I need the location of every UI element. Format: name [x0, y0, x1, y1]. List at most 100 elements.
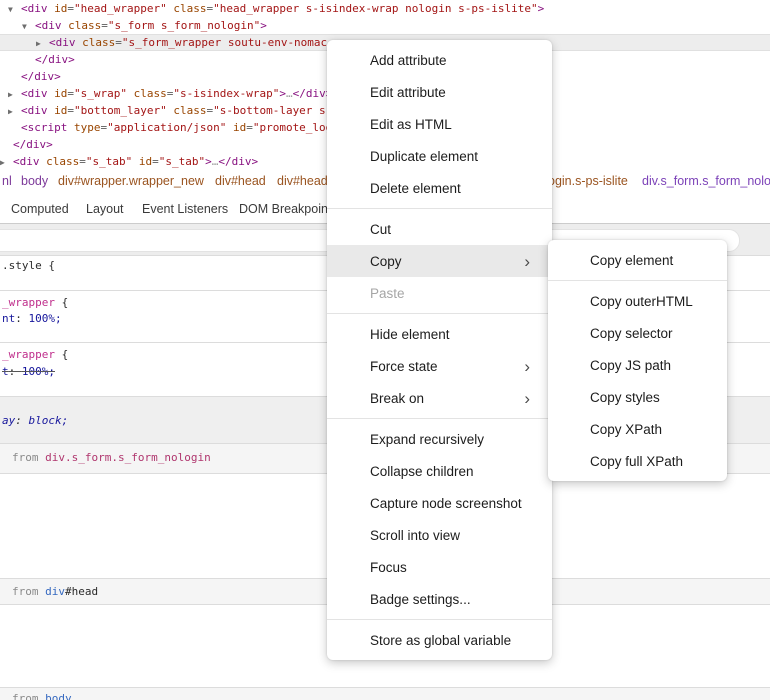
submenu-item-copy-selector[interactable]: Copy selector	[548, 317, 727, 349]
code-token: "s_tab"	[86, 155, 132, 168]
breadcrumb-item[interactable]: ogin.s-ps-islite	[548, 174, 628, 188]
code-token: "head_wrapper s-isindex-wrap nologin s-p…	[213, 2, 538, 15]
menu-item-delete-element[interactable]: Delete element	[327, 172, 552, 204]
menu-item-label: Delete element	[370, 181, 461, 196]
inherited-from-link[interactable]: from div#head	[12, 585, 98, 599]
menu-item-label: Expand recursively	[370, 432, 484, 447]
menu-item-label: Copy JS path	[590, 358, 671, 373]
code-token: {	[55, 348, 68, 361]
dom-node-code[interactable]: <div id="bottom_layer" class="s-bottom-l…	[21, 104, 332, 117]
code-token: id	[233, 121, 246, 134]
code-token: "promote_log	[253, 121, 332, 134]
code-token: id	[139, 155, 152, 168]
twisty-open-icon[interactable]: ▼	[22, 18, 35, 35]
dom-tree-node[interactable]: ▼<div id="head_wrapper" class="head_wrap…	[0, 0, 770, 17]
code-token: _wrapper	[2, 296, 55, 309]
css-declaration[interactable]: nt: 100%;	[2, 312, 62, 326]
code-token: "s-bottom-layer s-	[213, 104, 332, 117]
twisty-open-icon[interactable]: ▼	[8, 1, 21, 18]
menu-item-capture-node-screenshot[interactable]: Capture node screenshot	[327, 487, 552, 519]
menu-item-label: Copy selector	[590, 326, 673, 341]
dom-node-code[interactable]: <div id="s_wrap" class="s-isindex-wrap">…	[21, 87, 332, 100]
menu-item-label: Copy styles	[590, 390, 660, 405]
twisty-closed-icon[interactable]: ▶	[8, 103, 21, 120]
dom-node-code[interactable]: <div id="head_wrapper" class="head_wrapp…	[21, 2, 544, 15]
user-agent-declaration[interactable]: ay: block;	[2, 414, 68, 428]
code-token: </div>	[13, 138, 53, 151]
code-token: <div	[21, 87, 54, 100]
menu-item-store-as-global-variable[interactable]: Store as global variable	[327, 624, 552, 656]
code-token: class	[46, 155, 79, 168]
code-token: "s-isindex-wrap"	[173, 87, 279, 100]
menu-item-label: Collapse children	[370, 464, 474, 479]
code-token: "application/json"	[107, 121, 226, 134]
code-token: 100%;	[22, 365, 55, 378]
submenu-item-copy-full-xpath[interactable]: Copy full XPath	[548, 445, 727, 477]
css-declaration-overridden[interactable]: t: 100%;	[2, 365, 55, 379]
css-rule-selector[interactable]: _wrapper {	[2, 296, 68, 310]
menu-item-scroll-into-view[interactable]: Scroll into view	[327, 519, 552, 551]
menu-item-collapse-children[interactable]: Collapse children	[327, 455, 552, 487]
dom-node-code[interactable]: </div>	[21, 70, 61, 83]
submenu-item-copy-styles[interactable]: Copy styles	[548, 381, 727, 413]
dom-node-code[interactable]: <div class="s_form s_form_nologin">	[35, 19, 267, 32]
menu-item-expand-recursively[interactable]: Expand recursively	[327, 423, 552, 455]
twisty-closed-icon[interactable]: ▶	[8, 86, 21, 103]
submenu-item-copy-xpath[interactable]: Copy XPath	[548, 413, 727, 445]
breadcrumb-item[interactable]: div#head	[277, 174, 328, 188]
tab-dom-breakpoints[interactable]: DOM Breakpoints	[239, 202, 338, 216]
inherited-from-link[interactable]: from body	[12, 692, 72, 700]
code-token: <div	[35, 19, 68, 32]
menu-item-copy[interactable]: Copy›	[327, 245, 552, 277]
twisty-closed-icon[interactable]: ▶	[36, 35, 49, 52]
code-token: id	[54, 104, 67, 117]
submenu-item-copy-element[interactable]: Copy element	[548, 244, 727, 276]
code-token: =	[67, 104, 74, 117]
code-token: :	[15, 414, 28, 427]
breadcrumb-item[interactable]: div#head	[215, 174, 266, 188]
menu-item-badge-settings[interactable]: Badge settings...	[327, 583, 552, 615]
dom-node-code[interactable]: </div>	[35, 53, 75, 66]
inherited-from-link[interactable]: from div.s_form.s_form_nologin	[12, 451, 211, 465]
menu-item-break-on[interactable]: Break on›	[327, 382, 552, 414]
menu-item-focus[interactable]: Focus	[327, 551, 552, 583]
dom-node-code[interactable]: <script type="application/json" id="prom…	[21, 121, 332, 134]
tab-layout[interactable]: Layout	[86, 202, 124, 216]
css-rule-selector[interactable]: _wrapper {	[2, 348, 68, 362]
menu-item-force-state[interactable]: Force state›	[327, 350, 552, 382]
breadcrumb-item[interactable]: nl	[2, 174, 12, 188]
submenu-item-copy-js-path[interactable]: Copy JS path	[548, 349, 727, 381]
breadcrumb-item[interactable]: body	[21, 174, 48, 188]
dom-node-code[interactable]: <div class="s_tab" id="s_tab">…</div>	[13, 155, 258, 168]
menu-item-label: Break on	[370, 391, 424, 406]
code-token: _wrapper	[2, 348, 55, 361]
menu-item-cut[interactable]: Cut	[327, 213, 552, 245]
dom-node-code[interactable]: </div>	[13, 138, 53, 151]
code-token: <div	[21, 2, 54, 15]
code-token	[226, 121, 233, 134]
code-token	[132, 155, 139, 168]
element-context-menu: Add attribute Edit attribute Edit as HTM…	[327, 40, 552, 660]
submenu-item-copy-outerhtml[interactable]: Copy outerHTML	[548, 285, 727, 317]
menu-item-duplicate-element[interactable]: Duplicate element	[327, 140, 552, 172]
code-token: 100%;	[29, 312, 62, 325]
styles-section-separator	[0, 687, 770, 688]
menu-separator	[327, 418, 552, 419]
menu-item-edit-as-html[interactable]: Edit as HTML	[327, 108, 552, 140]
menu-item-add-attribute[interactable]: Add attribute	[327, 44, 552, 76]
menu-item-edit-attribute[interactable]: Edit attribute	[327, 76, 552, 108]
menu-item-label: Edit attribute	[370, 85, 446, 100]
tab-computed[interactable]: Computed	[11, 202, 69, 216]
menu-item-hide-element[interactable]: Hide element	[327, 318, 552, 350]
breadcrumb-item-selected[interactable]: div.s_form.s_form_nolog	[642, 174, 770, 188]
code-token: class	[173, 104, 206, 117]
menu-item-paste: Paste	[327, 277, 552, 309]
dom-node-code[interactable]: <div class="s_form_wrapper soutu-env-nom…	[49, 36, 327, 49]
twisty-closed-icon[interactable]: ▶	[0, 154, 13, 169]
element-style-rule[interactable]: .style {	[2, 259, 55, 273]
dom-tree-node[interactable]: ▼<div class="s_form s_form_nologin">	[0, 17, 770, 34]
code-token: id	[54, 87, 67, 100]
tab-event-listeners[interactable]: Event Listeners	[142, 202, 228, 216]
code-token: >	[260, 19, 267, 32]
breadcrumb-item[interactable]: div#wrapper.wrapper_new	[58, 174, 204, 188]
